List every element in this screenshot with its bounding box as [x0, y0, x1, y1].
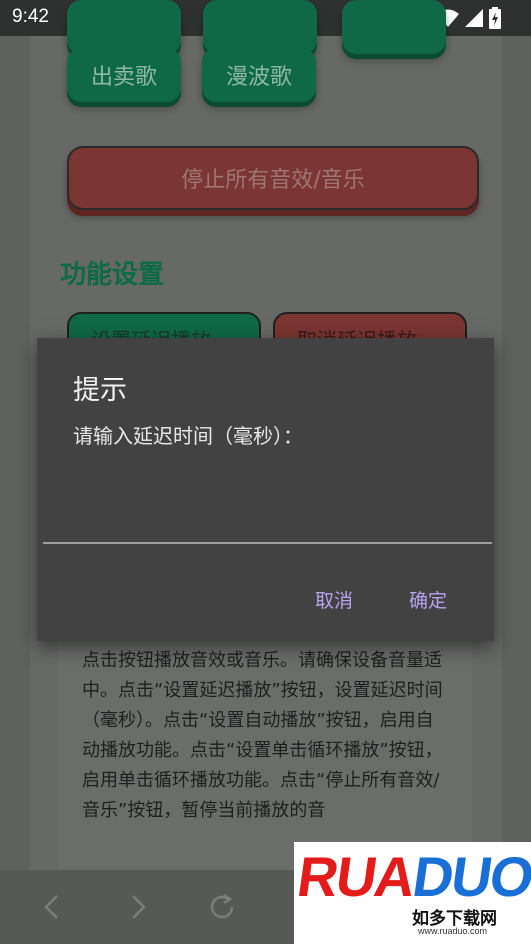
- watermark-url: www.ruaduo.com: [418, 926, 488, 936]
- cancel-button[interactable]: 取消: [315, 586, 353, 613]
- sell-song-button[interactable]: 出卖歌: [67, 48, 181, 102]
- instructions-text: 点击按钮播放音效或音乐。请确保设备音量适中。点击“设置延迟播放”按钮，设置延迟时…: [82, 650, 443, 821]
- stop-all-label: 停止所有音效/音乐: [181, 168, 365, 193]
- partial-button-2[interactable]: [203, 0, 317, 54]
- forward-icon[interactable]: [122, 892, 152, 922]
- battery-charging-icon: [489, 7, 501, 29]
- partial-button-3[interactable]: [342, 0, 446, 54]
- section-title-function-settings: 功能设置: [60, 260, 165, 290]
- status-icons: [437, 7, 501, 29]
- dialog-title: 提示: [73, 375, 127, 406]
- status-time: 9:42: [12, 6, 49, 27]
- wave-song-label: 漫波歌: [225, 65, 292, 90]
- partial-button-1[interactable]: [67, 0, 181, 54]
- sell-song-label: 出卖歌: [90, 65, 157, 90]
- delay-input-field[interactable]: [43, 468, 492, 544]
- confirm-button[interactable]: 确定: [409, 586, 447, 613]
- watermark-logo: RUADUO 如多下载网 www.ruaduo.com: [294, 842, 531, 944]
- delay-input-dialog: 提示 请输入延迟时间（毫秒）： 取消 确定: [37, 338, 494, 641]
- back-icon[interactable]: [38, 892, 68, 922]
- wave-song-button[interactable]: 漫波歌: [202, 48, 316, 102]
- dialog-message: 请输入延迟时间（毫秒）：: [73, 424, 303, 448]
- refresh-icon[interactable]: [207, 892, 237, 922]
- watermark-brand: RUADUO: [293, 845, 531, 908]
- instructions-panel: 点击按钮播放音效或音乐。请确保设备音量适中。点击“设置延迟播放”按钮，设置延迟时…: [58, 632, 472, 870]
- stop-all-button[interactable]: 停止所有音效/音乐: [67, 146, 479, 210]
- signal-icon: [465, 9, 483, 27]
